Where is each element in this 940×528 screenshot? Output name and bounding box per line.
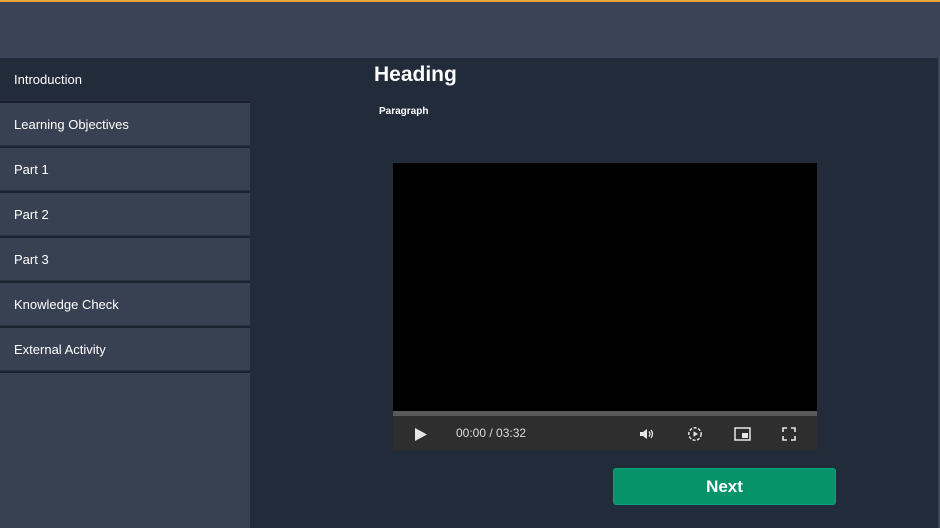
sidebar-item-introduction[interactable]: Introduction (0, 58, 250, 103)
video-controls: 00:00 / 03:32 (393, 416, 817, 451)
page-title: Heading (374, 63, 457, 86)
sidebar-item-label: Learning Objectives (14, 117, 129, 132)
sidebar-item-part-1[interactable]: Part 1 (0, 148, 250, 193)
top-bar (0, 0, 940, 58)
sidebar-item-knowledge-check[interactable]: Knowledge Check (0, 283, 250, 328)
sidebar-item-label: Knowledge Check (14, 297, 119, 312)
picture-in-picture-icon[interactable] (732, 424, 752, 444)
video-current-time: 00:00 (456, 426, 487, 440)
volume-icon[interactable] (637, 424, 657, 444)
sidebar-nav: Introduction Learning Objectives Part 1 … (0, 58, 250, 528)
sidebar-item-part-3[interactable]: Part 3 (0, 238, 250, 283)
play-icon[interactable] (411, 424, 431, 444)
next-button[interactable]: Next (613, 468, 836, 505)
page-paragraph: Paragraph (379, 106, 429, 117)
sidebar-item-label: Part 2 (14, 207, 49, 222)
sidebar-item-part-2[interactable]: Part 2 (0, 193, 250, 238)
sidebar-item-label: External Activity (14, 342, 106, 357)
sidebar-item-label: Part 1 (14, 162, 49, 177)
playback-speed-icon[interactable] (685, 424, 705, 444)
sidebar-item-learning-objectives[interactable]: Learning Objectives (0, 103, 250, 148)
sidebar-item-label: Introduction (14, 72, 82, 87)
sidebar-item-external-activity[interactable]: External Activity (0, 328, 250, 373)
video-time-display: 00:00 / 03:32 (456, 426, 526, 440)
main-content: Heading Paragraph 00:00 / 03:32 Next (250, 58, 940, 528)
sidebar-item-label: Part 3 (14, 252, 49, 267)
video-player[interactable]: 00:00 / 03:32 (393, 163, 817, 451)
video-duration: 03:32 (496, 426, 527, 440)
fullscreen-icon[interactable] (779, 424, 799, 444)
